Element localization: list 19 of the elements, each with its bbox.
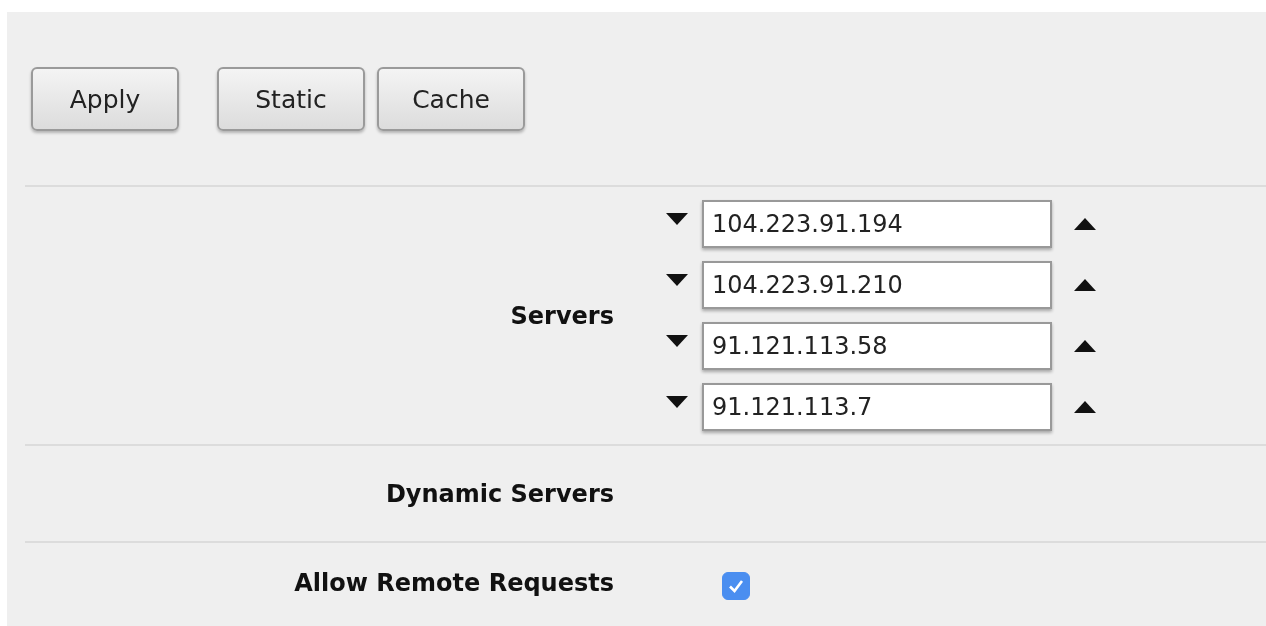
setting-label: Dynamic Servers	[385, 479, 614, 508]
toolbar-button[interactable]: Static	[217, 67, 365, 131]
setting-label: Allow Remote Requests	[294, 569, 614, 597]
move-up-icon[interactable]	[1074, 401, 1096, 413]
toolbar-button[interactable]: Apply	[31, 67, 179, 131]
toolbar-button[interactable]: Cache	[377, 67, 525, 131]
move-up-icon[interactable]	[1074, 218, 1096, 230]
server-input[interactable]: 91.121.113.7	[702, 383, 1052, 431]
checkbox[interactable]	[722, 572, 750, 600]
move-down-icon[interactable]	[666, 396, 688, 408]
move-down-icon[interactable]	[666, 335, 688, 347]
server-input[interactable]: 104.223.91.194	[702, 200, 1052, 248]
move-down-icon[interactable]	[666, 213, 688, 225]
move-down-icon[interactable]	[666, 274, 688, 286]
setting-label: Servers	[510, 301, 614, 330]
move-up-icon[interactable]	[1074, 340, 1096, 352]
server-input[interactable]: 91.121.113.58	[702, 322, 1052, 370]
move-up-icon[interactable]	[1074, 279, 1096, 291]
server-input[interactable]: 104.223.91.210	[702, 261, 1052, 309]
